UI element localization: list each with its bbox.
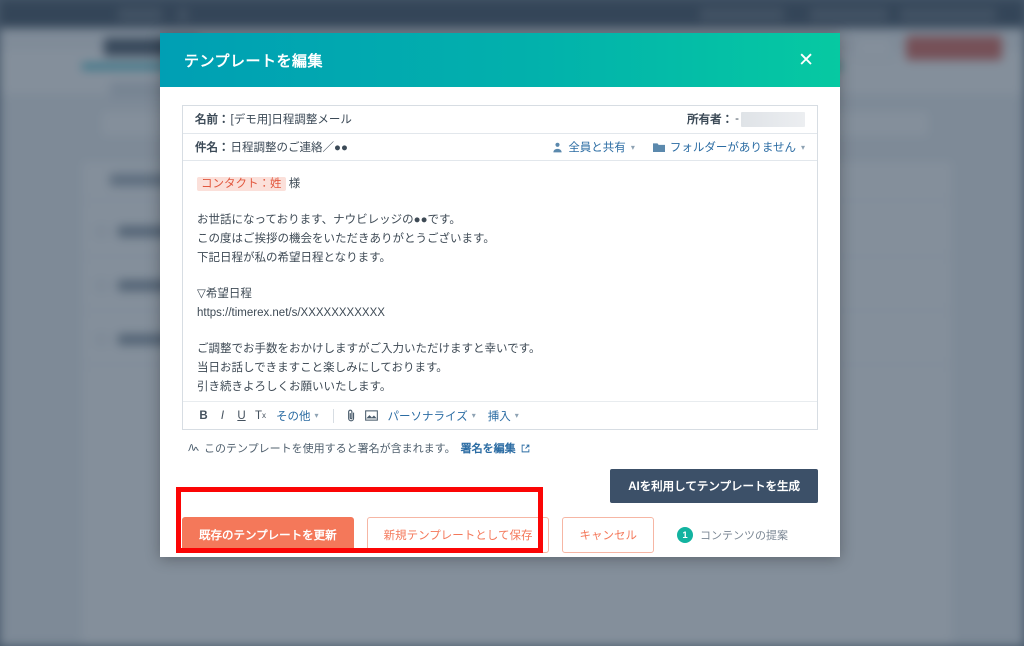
body-line: 当日お話しできますこと楽しみにしております。 [197, 362, 448, 375]
owner-redaction-block [741, 111, 805, 127]
body-paragraph-3: ご調整でお手数をおかけしますがご入力いただけますと幸いです。 当日お話しできます… [197, 340, 803, 397]
body-line: ▽希望日程 [197, 288, 252, 301]
booking-url[interactable]: https://timerex.net/s/XXXXXXXXXXX [197, 304, 803, 323]
body-line: ご調整でお手数をおかけしますがご入力いただけますと幸いです。 [197, 343, 541, 356]
insert-dropdown[interactable]: 挿入 ▾ [483, 406, 524, 426]
body-line: お世話になっております、ナウビレッジの●●です。 [197, 214, 461, 227]
paperclip-icon[interactable] [343, 406, 360, 426]
edit-template-modal: テンプレートを編集 ✕ 名前： [デモ用]日程調整メール 所有者： - 件名： … [160, 33, 840, 557]
body-line: 下記日程が私の希望日程となります。 [197, 252, 392, 265]
update-existing-template-button[interactable]: 既存のテンプレートを更新 [182, 517, 354, 553]
more-options-dropdown[interactable]: その他 ▾ [271, 406, 324, 426]
signature-note: このテンプレートを使用すると署名が含まれます。 署名を編集 [182, 440, 818, 456]
chevron-down-icon: ▾ [514, 411, 519, 420]
underline-icon[interactable]: U [233, 406, 250, 426]
edit-signature-link[interactable]: 署名を編集 [461, 440, 516, 456]
modal-title: テンプレートを編集 [184, 52, 324, 70]
body-paragraph-1: お世話になっております、ナウビレッジの●●です。 この度はご挨拶の機会をいただき… [197, 211, 803, 268]
template-editor-frame: 名前： [デモ用]日程調整メール 所有者： - 件名： 日程調整のご連絡／●● [182, 105, 818, 430]
ai-generate-template-button[interactable]: AIを利用してテンプレートを生成 [610, 469, 818, 503]
formatting-toolbar: B I U Tx その他 ▾ パーソナライズ ▾ 挿入 ▾ [183, 401, 817, 429]
personalization-token[interactable]: コンタクト：姓 [197, 177, 286, 192]
close-icon[interactable]: ✕ [792, 47, 820, 74]
body-paragraph-2: ▽希望日程 https://timerex.net/s/XXXXXXXXXXX [197, 285, 803, 323]
chevron-down-icon: ▾ [471, 411, 476, 420]
email-body-editor[interactable]: コンタクト：姓 様 お世話になっております、ナウビレッジの●●です。 この度はご… [183, 161, 817, 401]
body-line: 引き続きよろしくお願いいたします。 [197, 381, 392, 394]
external-link-icon[interactable] [521, 444, 530, 453]
more-label: その他 [276, 410, 311, 423]
signature-note-text: このテンプレートを使用すると署名が含まれます。 [204, 443, 456, 455]
chevron-down-icon: ▾ [630, 142, 635, 152]
save-as-new-template-button[interactable]: 新規テンプレートとして保存 [366, 517, 550, 553]
modal-footer: 既存のテンプレートを更新 新規テンプレートとして保存 キャンセル 1 コンテンツ… [160, 503, 840, 573]
chevron-down-icon: ▾ [800, 142, 805, 152]
template-owner-group: 所有者： - [687, 111, 805, 127]
personalize-dropdown[interactable]: パーソナライズ ▾ [383, 406, 481, 426]
modal-body: 名前： [デモ用]日程調整メール 所有者： - 件名： 日程調整のご連絡／●● [160, 87, 840, 503]
image-icon[interactable] [362, 406, 381, 426]
signature-icon [188, 443, 199, 453]
share-dropdown[interactable]: 全員と共有 ▾ [552, 139, 635, 155]
template-owner-value: - [735, 113, 739, 126]
bold-icon[interactable]: B [195, 406, 212, 426]
folder-label: フォルダーがありません [669, 142, 796, 155]
template-subject-row: 件名： 日程調整のご連絡／●● 全員と共有 ▾ フォルダーがありません ▾ [183, 134, 817, 162]
greeting-suffix: 様 [288, 178, 301, 191]
body-line: この度はご挨拶の機会をいただきありがとうございます。 [197, 233, 495, 246]
suggestion-count-badge: 1 [676, 527, 693, 543]
folder-icon [652, 142, 665, 153]
person-share-icon [552, 142, 563, 153]
template-name-value[interactable]: [デモ用]日程調整メール [231, 111, 352, 127]
content-suggestion-group[interactable]: 1 コンテンツの提案 [676, 527, 788, 543]
toolbar-divider [332, 408, 334, 423]
suggestion-label: コンテンツの提案 [699, 530, 788, 542]
chevron-down-icon: ▾ [314, 411, 319, 420]
template-owner-label: 所有者： [687, 114, 734, 127]
italic-icon[interactable]: I [214, 406, 231, 426]
modal-header: テンプレートを編集 ✕ [160, 33, 840, 87]
subject-value[interactable]: 日程調整のご連絡／●● [231, 139, 348, 155]
template-name-row: 名前： [デモ用]日程調整メール 所有者： - [183, 106, 817, 134]
cancel-button[interactable]: キャンセル [562, 517, 654, 553]
template-name-label: 名前： [195, 114, 230, 127]
greeting-line: コンタクト：姓 様 [197, 175, 803, 194]
clear-format-glyph: T [255, 409, 263, 422]
clear-format-icon[interactable]: Tx [252, 406, 269, 426]
folder-dropdown[interactable]: フォルダーがありません ▾ [652, 139, 805, 155]
subject-label: 件名： [195, 142, 230, 155]
clear-format-sub: x [262, 411, 267, 420]
personalize-label: パーソナライズ [387, 410, 468, 423]
share-label: 全員と共有 [568, 142, 626, 155]
insert-label: 挿入 [487, 410, 511, 423]
ai-generate-row: AIを利用してテンプレートを生成 [182, 469, 818, 503]
